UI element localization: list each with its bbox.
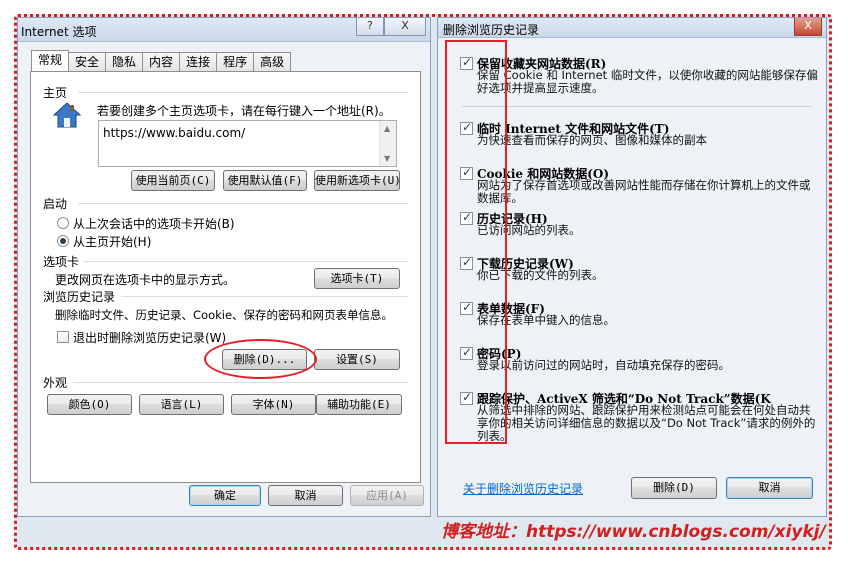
radio-homepage-label: 从主页开始(H) (73, 235, 152, 249)
tabs-section-label: 选项卡 (43, 255, 80, 269)
tab-privacy[interactable]: 隐私 (105, 52, 144, 71)
tab-general[interactable]: 常规 (31, 50, 70, 71)
scroll-down-icon[interactable]: ▼ (384, 154, 390, 163)
option-description: 你已下载的文件的列表。 (477, 268, 604, 282)
homepage-url-value: https://www.baidu.com/ (103, 126, 246, 140)
divider (83, 261, 408, 262)
homepage-section-label: 主页 (43, 86, 68, 100)
tab-advanced[interactable]: 高级 (253, 52, 292, 71)
divider (462, 106, 812, 107)
radio-last-session[interactable] (57, 217, 69, 229)
textarea-scrollbar[interactable]: ▲ ▼ (379, 121, 396, 166)
delete-on-exit-label: 退出时删除浏览历史记录(W) (73, 331, 227, 345)
fonts-button[interactable]: 字体(N) (231, 394, 316, 415)
use-default-button[interactable]: 使用默认值(F) (223, 170, 307, 191)
divider (121, 296, 408, 297)
dialog-cancel-button[interactable]: 取消 (726, 477, 813, 499)
history-hint: 删除临时文件、历史记录、Cookie、保存的密码和网页表单信息。 (55, 308, 394, 322)
tab-programs[interactable]: 程序 (216, 52, 255, 71)
tab-strip: 常规 安全 隐私 内容 连接 程序 高级 (31, 50, 292, 72)
option-description: 登录以前访问过的网站时，自动填充保存的密码。 (477, 358, 730, 372)
home-icon (52, 102, 82, 128)
tab-security[interactable]: 安全 (68, 52, 107, 71)
startup-section-label: 启动 (43, 197, 68, 211)
option-description: 网站为了保存首选项或改善网站性能而存储在你计算机上的文件或数据库。 (477, 178, 811, 205)
close-button[interactable]: X (384, 18, 426, 36)
radio-last-session-label: 从上次会话中的选项卡开始(B) (73, 217, 235, 231)
internet-options-window: Internet 选项 ? X 常规 安全 隐私 内容 连接 程序 高级 主页 … (17, 17, 431, 517)
tabs-hint: 更改网页在选项卡中的显示方式。 (55, 273, 236, 287)
option-description: 保留 Cookie 和 Internet 临时文件，以使你收藏的网站能够保存偏好… (477, 68, 818, 95)
tab-content[interactable]: 内容 (142, 52, 181, 71)
checkbox-highlight-box (445, 40, 507, 444)
ok-button[interactable]: 确定 (189, 485, 261, 506)
radio-homepage[interactable] (57, 235, 69, 247)
homepage-hint: 若要创建多个主页选项卡，请在每行键入一个地址(R)。 (97, 104, 391, 118)
divider (78, 92, 408, 93)
dialog-delete-button[interactable]: 删除(D) (631, 477, 717, 499)
dialog-title-bar: 删除浏览历史记录 X (438, 18, 826, 38)
option-description: 保存在表单中键入的信息。 (477, 313, 615, 327)
dialog-title: 删除浏览历史记录 (443, 23, 540, 37)
history-section-label: 浏览历史记录 (43, 290, 116, 304)
blog-watermark: 博客地址：https://www.cnblogs.com/xiykj/ (441, 522, 826, 542)
window-title: Internet 选项 (21, 25, 97, 39)
divider (78, 203, 408, 204)
delete-button-highlight (204, 339, 317, 379)
apply-button[interactable]: 应用(A) (350, 485, 424, 506)
option-description: 已访问网站的列表。 (477, 223, 581, 237)
scroll-up-icon[interactable]: ▲ (384, 124, 390, 133)
languages-button[interactable]: 语言(L) (139, 394, 224, 415)
cancel-button[interactable]: 取消 (268, 485, 343, 506)
help-button[interactable]: ? (356, 18, 384, 36)
divider (73, 382, 408, 383)
about-delete-history-link[interactable]: 关于删除浏览历史记录 (463, 480, 583, 497)
use-new-tab-button[interactable]: 使用新选项卡(U) (314, 170, 400, 191)
screenshot-stage: Internet 选项 ? X 常规 安全 隐私 内容 连接 程序 高级 主页 … (0, 0, 848, 568)
history-settings-button[interactable]: 设置(S) (314, 349, 400, 370)
delete-on-exit-checkbox[interactable] (57, 331, 69, 343)
option-description: 为快速查看而保存的网页、图像和媒体的副本 (477, 133, 707, 147)
option-description: 从筛选中排除的网站、跟踪保护用来检测站点可能会在何处自动共享你的相关访问详细信息… (477, 403, 816, 443)
appearance-section-label: 外观 (43, 376, 68, 390)
colors-button[interactable]: 颜色(O) (47, 394, 132, 415)
dialog-close-button[interactable]: X (794, 18, 822, 36)
tab-connections[interactable]: 连接 (179, 52, 218, 71)
accessibility-button[interactable]: 辅助功能(E) (316, 394, 402, 415)
tabs-button[interactable]: 选项卡(T) (314, 268, 400, 289)
use-current-button[interactable]: 使用当前页(C) (131, 170, 215, 191)
title-bar: Internet 选项 ? X (18, 18, 430, 42)
homepage-url-textarea[interactable]: https://www.baidu.com/ ▲ ▼ (98, 120, 397, 167)
